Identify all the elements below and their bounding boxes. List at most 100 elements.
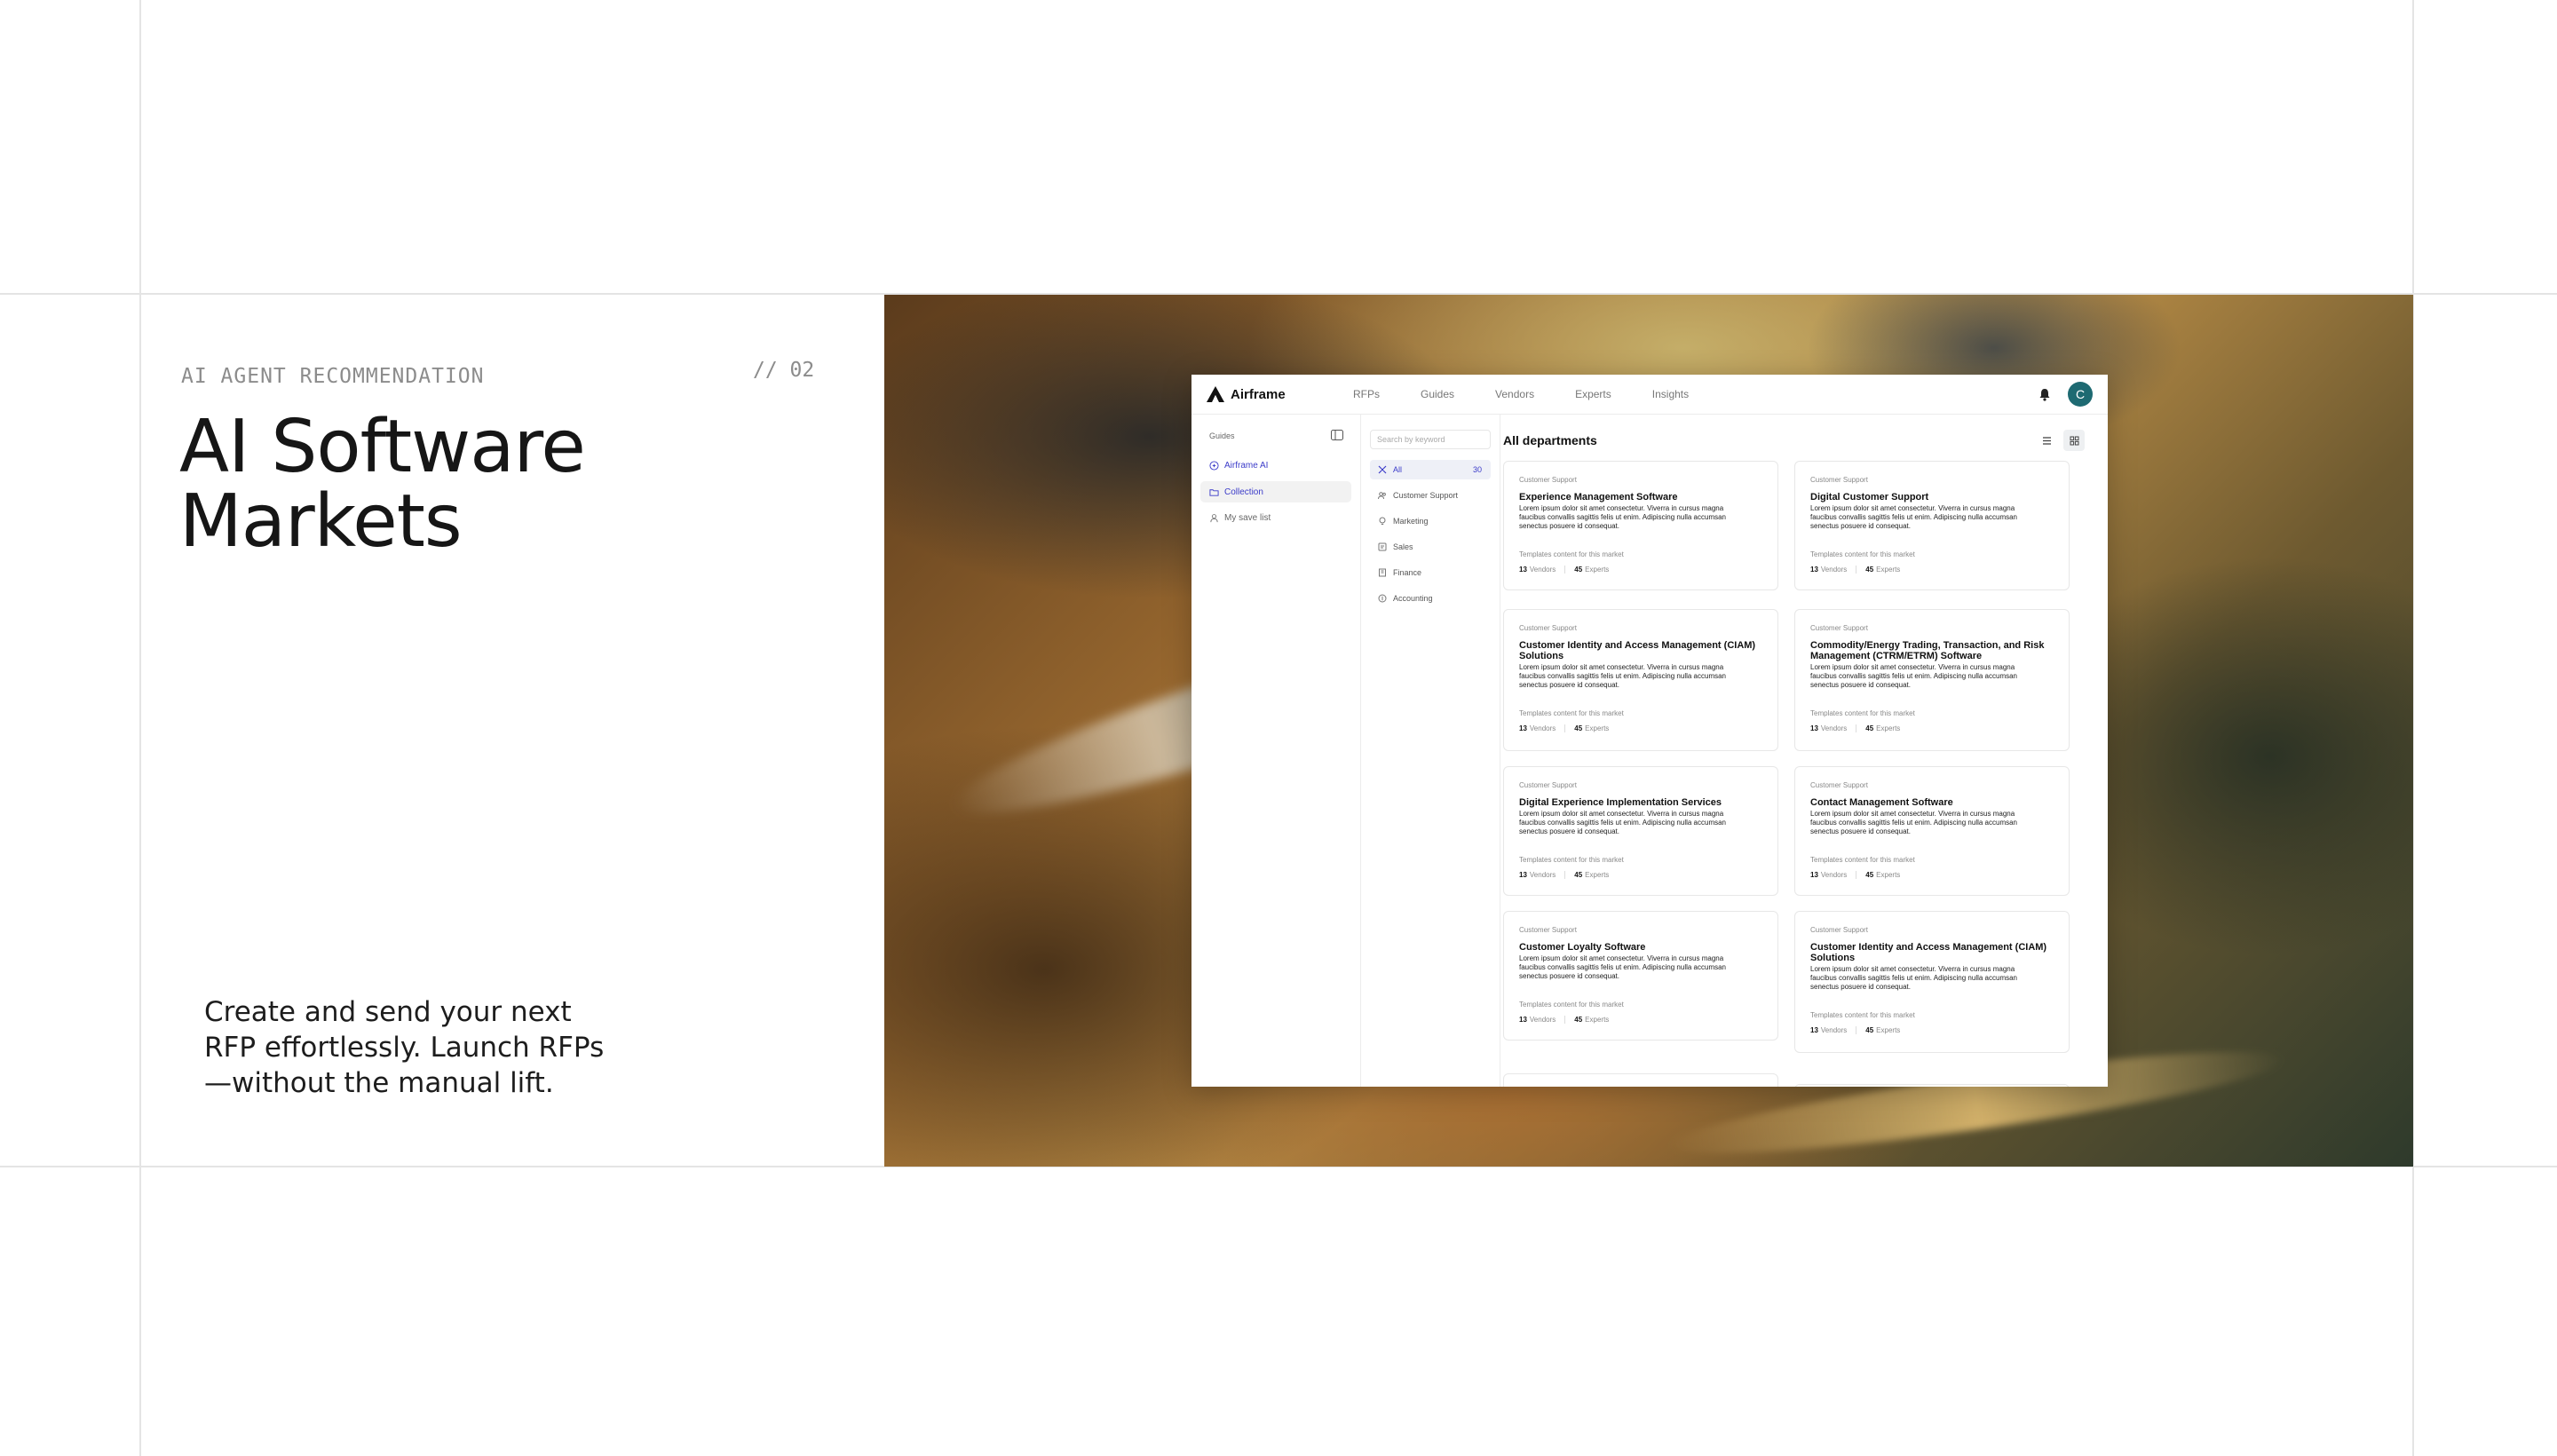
subcopy-line: —without the manual lift. (204, 1067, 554, 1099)
stats-divider (1564, 566, 1566, 574)
card-templates-note: Templates content for this market (1810, 1011, 1915, 1019)
nav-guides[interactable]: Guides (1421, 388, 1454, 400)
experts-count: 45 (1574, 724, 1583, 732)
headline: AI Software Markets (179, 410, 730, 559)
main-content: All departments Customer Support Experie… (1500, 415, 2108, 1087)
vendors-label: Vendors (1820, 1026, 1848, 1034)
card-templates-note: Templates content for this market (1519, 709, 1624, 717)
grid-icon (1378, 465, 1387, 474)
card-description: Lorem ipsum dolor sit amet consectetur. … (1519, 663, 1761, 690)
card-stats: 13 Vendors 45 Experts (1519, 724, 1609, 732)
vendors-count: 13 (1810, 566, 1818, 574)
nav-insights[interactable]: Insights (1652, 388, 1689, 400)
card-description: Lorem ipsum dolor sit amet consectetur. … (1519, 954, 1761, 981)
filter-finance[interactable]: Finance (1370, 563, 1491, 582)
experts-count: 45 (1865, 1026, 1874, 1034)
card-category: Customer Support (1810, 926, 1868, 934)
experts-count: 45 (1865, 724, 1874, 732)
card-description-line: senectus posuere id consequat. (1810, 827, 1911, 835)
experts-count: 45 (1574, 1016, 1583, 1024)
subcopy-line: Create and send your next (204, 996, 572, 1028)
nav-vendors[interactable]: Vendors (1495, 388, 1534, 400)
market-card[interactable]: Customer Support Lorem ipsum dolor sit a… (1794, 1084, 2070, 1087)
card-category: Customer Support (1519, 476, 1577, 484)
stats-divider (1564, 724, 1566, 732)
experts-label: Experts (1585, 724, 1610, 732)
nav-rfps[interactable]: RFPs (1353, 388, 1380, 400)
card-category: Customer Support (1810, 624, 1868, 632)
filter-label: Marketing (1393, 517, 1429, 526)
market-card[interactable]: Customer Support Digital Experience Impl… (1503, 766, 1778, 896)
market-card[interactable]: Customer Support Customer Identity and A… (1503, 609, 1778, 751)
market-card[interactable]: Customer Support Commodity/Energy Tradin… (1794, 609, 2070, 751)
experts-label: Experts (1876, 871, 1901, 879)
filter-sales[interactable]: Sales (1370, 537, 1491, 557)
card-stats: 13 Vendors 45 Experts (1810, 566, 1900, 574)
sidebar-item-collection[interactable]: Collection (1200, 481, 1351, 502)
filter-label: Customer Support (1393, 491, 1459, 500)
card-stats: 13 Vendors 45 Experts (1519, 566, 1609, 574)
sidebar: Guides Airframe AI Collection My save li… (1191, 415, 1361, 1087)
subcopy: Create and send your next RFP effortless… (204, 994, 613, 1101)
filter-customer-support[interactable]: Customer Support (1370, 486, 1491, 505)
headline-line: Markets (179, 479, 463, 564)
vendors-label: Vendors (1820, 871, 1848, 879)
card-description-line: faucibus convallis sagittis felis ut eni… (1519, 513, 1727, 521)
market-card[interactable]: Customer Support Contact Management Soft… (1794, 766, 2070, 896)
market-card[interactable]: Customer Support Digital Customer Suppor… (1794, 461, 2070, 590)
market-card[interactable]: Customer Support Lorem ipsum dolor sit a… (1503, 1073, 1778, 1087)
brand-logo[interactable]: Airframe (1206, 385, 1286, 403)
experts-label: Experts (1585, 871, 1610, 879)
card-title: Contact Management Software (1810, 797, 1953, 808)
airframe-logo-icon (1207, 386, 1224, 402)
filter-all[interactable]: All 30 (1370, 460, 1491, 479)
card-description-line: senectus posuere id consequat. (1810, 983, 1911, 991)
sidebar-item-airframe-ai[interactable]: Airframe AI (1200, 455, 1351, 476)
experts-label: Experts (1876, 724, 1901, 732)
card-description-line: Lorem ipsum dolor sit amet consectetur. … (1519, 663, 1724, 671)
filter-label: Sales (1393, 542, 1413, 551)
card-stats: 13 Vendors 45 Experts (1519, 1016, 1609, 1024)
card-description-line: senectus posuere id consequat. (1519, 972, 1619, 980)
nav-experts[interactable]: Experts (1575, 388, 1611, 400)
card-templates-note: Templates content for this market (1810, 709, 1915, 717)
card-templates-note: Templates content for this market (1810, 856, 1915, 864)
vendors-count: 13 (1519, 724, 1527, 732)
filter-accounting[interactable]: Accounting (1370, 589, 1491, 608)
sidebar-item-save-list[interactable]: My save list (1200, 507, 1351, 528)
experts-count: 45 (1574, 566, 1583, 574)
eyebrow-label: AI AGENT RECOMMENDATION (181, 365, 485, 388)
filter-marketing[interactable]: Marketing (1370, 511, 1491, 531)
avatar[interactable]: C (2068, 382, 2093, 407)
filter-label: Finance (1393, 568, 1422, 577)
sidebar-item-label: My save list (1224, 512, 1271, 523)
card-description: Lorem ipsum dolor sit amet consectetur. … (1519, 810, 1761, 836)
list-view-button[interactable] (2036, 430, 2057, 451)
users-icon (1378, 492, 1386, 500)
subcopy-line: RFP effortlessly. Launch RFPs (204, 1032, 605, 1064)
grid-view-button[interactable] (2063, 430, 2085, 451)
search-input[interactable] (1370, 430, 1491, 449)
vendors-count: 13 (1519, 566, 1527, 574)
headline-line: AI Software (179, 405, 586, 489)
lightbulb-icon (1379, 517, 1386, 525)
card-templates-note: Templates content for this market (1519, 550, 1624, 558)
card-description: Lorem ipsum dolor sit amet consectetur. … (1810, 965, 2052, 992)
market-card[interactable]: Customer Support Experience Management S… (1503, 461, 1778, 590)
card-description-line: Lorem ipsum dolor sit amet consectetur. … (1810, 810, 2015, 818)
market-card[interactable]: Customer Support Customer Identity and A… (1794, 911, 2070, 1053)
sparkle-chat-icon (1209, 460, 1219, 471)
market-card[interactable]: Customer Support Customer Loyalty Softwa… (1503, 911, 1778, 1041)
vendors-label: Vendors (1529, 724, 1556, 732)
card-description-line: Lorem ipsum dolor sit amet consectetur. … (1810, 663, 2015, 671)
bell-icon[interactable] (2037, 386, 2053, 402)
sidebar-toggle-icon[interactable] (1331, 430, 1343, 440)
card-description-line: senectus posuere id consequat. (1519, 827, 1619, 835)
card-description-line: faucibus convallis sagittis felis ut eni… (1810, 974, 2018, 982)
card-description-line: faucibus convallis sagittis felis ut eni… (1519, 963, 1727, 971)
vendors-label: Vendors (1529, 871, 1556, 879)
experts-count: 45 (1574, 871, 1583, 879)
card-category: Customer Support (1519, 926, 1577, 934)
vendors-count: 13 (1810, 1026, 1818, 1034)
card-title: Digital Experience Implementation Servic… (1519, 797, 1722, 808)
